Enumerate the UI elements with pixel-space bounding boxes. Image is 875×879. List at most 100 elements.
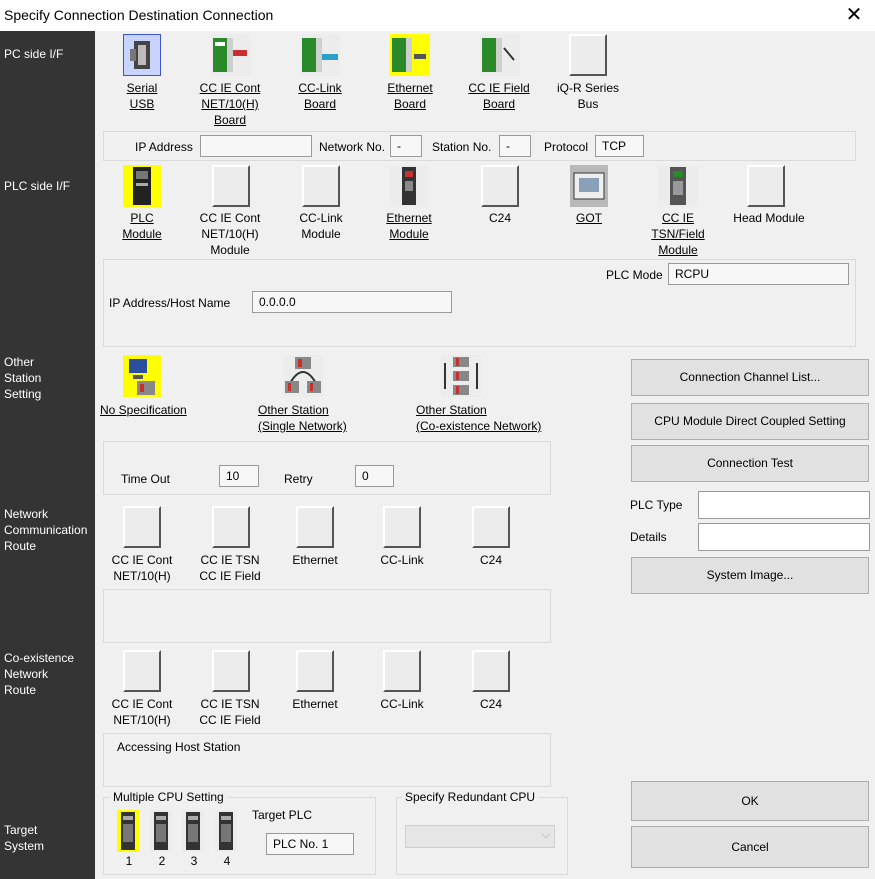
coexistence-network-icon[interactable] bbox=[441, 355, 481, 397]
coexist-cc-ie-cont-icon[interactable] bbox=[123, 650, 161, 692]
sidebar-label-line: Co-existence bbox=[4, 651, 75, 665]
protocol-label: Protocol bbox=[544, 140, 589, 154]
pc-item-label[interactable]: Ethernet Board bbox=[380, 80, 440, 112]
label-line: CC IE TSN bbox=[200, 553, 260, 567]
cpu-1-icon[interactable] bbox=[117, 810, 139, 852]
timeout-field[interactable]: 10 bbox=[219, 465, 259, 487]
route-item-label[interactable]: CC-Link bbox=[372, 552, 432, 568]
route-item-label[interactable]: CC IE TSN CC IE Field bbox=[195, 552, 265, 584]
iq-r-series-bus-icon[interactable] bbox=[569, 34, 607, 76]
route-cc-link-icon[interactable] bbox=[383, 506, 421, 548]
sidebar-label-line: Route bbox=[4, 683, 37, 697]
coexist-item-label[interactable]: CC IE Cont NET/10(H) bbox=[107, 696, 177, 728]
pc-item-label[interactable]: CC IE Field Board bbox=[464, 80, 534, 112]
head-module-icon[interactable] bbox=[747, 165, 785, 207]
label-line: Board bbox=[303, 97, 337, 111]
cc-ie-tsn-field-module-icon[interactable] bbox=[658, 165, 698, 207]
label-line: C24 bbox=[479, 553, 502, 567]
label-line: USB bbox=[129, 97, 155, 111]
ethernet-module-icon[interactable] bbox=[390, 165, 428, 207]
coexist-item-label[interactable]: C24 bbox=[461, 696, 521, 712]
cpu-2-icon[interactable] bbox=[150, 810, 172, 852]
other-station-label[interactable]: No Specification bbox=[100, 402, 196, 418]
c24-icon[interactable] bbox=[481, 165, 519, 207]
connection-channel-list-button[interactable]: Connection Channel List... bbox=[631, 359, 869, 396]
label-line: NET/10(H) bbox=[201, 97, 259, 111]
no-specification-icon[interactable] bbox=[123, 355, 161, 397]
label-line: CC IE Cont bbox=[199, 211, 261, 225]
label-line: CC IE TSN bbox=[200, 697, 260, 711]
cc-ie-field-board-icon[interactable] bbox=[480, 34, 520, 76]
route-cc-ie-tsn-icon[interactable] bbox=[212, 506, 250, 548]
plc-item-label[interactable]: CC IE Cont NET/10(H) Module bbox=[195, 210, 265, 258]
plc-item-label[interactable]: CC-Link Module bbox=[291, 210, 351, 242]
label-line: C24 bbox=[488, 211, 511, 225]
plc-item-label[interactable]: CC IE TSN/Field Module bbox=[643, 210, 713, 258]
plc-item-label[interactable]: C24 bbox=[470, 210, 530, 226]
ethernet-board-icon[interactable] bbox=[390, 34, 430, 76]
other-station-label[interactable]: Other Station (Single Network) bbox=[258, 402, 358, 434]
cpu-4-icon[interactable] bbox=[215, 810, 237, 852]
plc-item-label[interactable]: Head Module bbox=[726, 210, 812, 226]
label-line: Ethernet bbox=[292, 697, 338, 711]
plc-module-icon[interactable] bbox=[123, 165, 161, 207]
plc-mode-field[interactable]: RCPU bbox=[668, 263, 849, 285]
label-line: CC-Link bbox=[380, 553, 424, 567]
timeout-label: Time Out bbox=[121, 472, 170, 486]
plc-item-label[interactable]: PLC Module bbox=[112, 210, 172, 242]
coexist-item-label[interactable]: Ethernet bbox=[285, 696, 345, 712]
route-item-label[interactable]: C24 bbox=[461, 552, 521, 568]
pc-item-label[interactable]: CC IE Cont NET/10(H) Board bbox=[195, 80, 265, 128]
cpu-direct-coupled-button[interactable]: CPU Module Direct Coupled Setting bbox=[631, 403, 869, 440]
protocol-field[interactable]: TCP bbox=[595, 135, 644, 157]
close-icon[interactable]: ✕ bbox=[843, 4, 865, 26]
pc-item-label[interactable]: CC-Link Board bbox=[290, 80, 350, 112]
plc-type-field[interactable] bbox=[698, 491, 870, 519]
coexist-item-label[interactable]: CC IE TSN CC IE Field bbox=[195, 696, 265, 728]
redundant-cpu-label: Specify Redundant CPU bbox=[402, 790, 539, 804]
got-icon[interactable] bbox=[570, 165, 608, 207]
pc-item-label[interactable]: Serial USB bbox=[112, 80, 172, 112]
route-c24-icon[interactable] bbox=[472, 506, 510, 548]
cpu-3-icon[interactable] bbox=[182, 810, 204, 852]
route-cc-ie-cont-icon[interactable] bbox=[123, 506, 161, 548]
other-station-label[interactable]: Other Station (Co-existence Network) bbox=[416, 402, 556, 434]
sidebar-other-station: Other Station Setting bbox=[4, 354, 41, 402]
coexist-item-label[interactable]: CC-Link bbox=[372, 696, 432, 712]
cc-ie-cont-board-icon[interactable] bbox=[211, 34, 251, 76]
coexist-ethernet-icon[interactable] bbox=[296, 650, 334, 692]
label-line: Other Station bbox=[416, 403, 487, 417]
sidebar-label-line: Other bbox=[4, 355, 35, 369]
ok-button[interactable]: OK bbox=[631, 781, 869, 821]
details-field[interactable] bbox=[698, 523, 870, 551]
label-line: CC IE Cont bbox=[111, 553, 173, 567]
label-line: Bus bbox=[577, 97, 599, 111]
redundant-cpu-select[interactable]: ⌵ bbox=[405, 825, 555, 848]
ip-address-field[interactable] bbox=[200, 135, 312, 157]
cc-ie-cont-module-icon[interactable] bbox=[212, 165, 250, 207]
target-plc-field[interactable]: PLC No. 1 bbox=[266, 833, 354, 855]
label-line: Module bbox=[301, 227, 341, 241]
route-item-label[interactable]: CC IE Cont NET/10(H) bbox=[107, 552, 177, 584]
connection-test-button[interactable]: Connection Test bbox=[631, 445, 869, 482]
single-network-icon[interactable] bbox=[283, 355, 323, 397]
host-name-field[interactable]: 0.0.0.0 bbox=[252, 291, 452, 313]
route-item-label[interactable]: Ethernet bbox=[285, 552, 345, 568]
label-line: Ethernet bbox=[292, 553, 338, 567]
plc-item-label[interactable]: GOT bbox=[559, 210, 619, 226]
route-ethernet-icon[interactable] bbox=[296, 506, 334, 548]
system-image-button[interactable]: System Image... bbox=[631, 557, 869, 594]
ip-address-label: IP Address bbox=[135, 140, 193, 154]
cc-link-module-icon[interactable] bbox=[302, 165, 340, 207]
coexist-c24-icon[interactable] bbox=[472, 650, 510, 692]
retry-field[interactable]: 0 bbox=[355, 465, 394, 487]
station-no-field[interactable]: - bbox=[499, 135, 531, 157]
coexist-cc-ie-tsn-icon[interactable] bbox=[212, 650, 250, 692]
pc-item-label[interactable]: iQ-R Series Bus bbox=[553, 80, 623, 112]
network-no-field[interactable]: - bbox=[390, 135, 422, 157]
cancel-button[interactable]: Cancel bbox=[631, 826, 869, 868]
plc-item-label[interactable]: Ethernet Module bbox=[379, 210, 439, 242]
serial-usb-icon[interactable] bbox=[123, 34, 161, 76]
cc-link-board-icon[interactable] bbox=[300, 34, 340, 76]
coexist-cc-link-icon[interactable] bbox=[383, 650, 421, 692]
